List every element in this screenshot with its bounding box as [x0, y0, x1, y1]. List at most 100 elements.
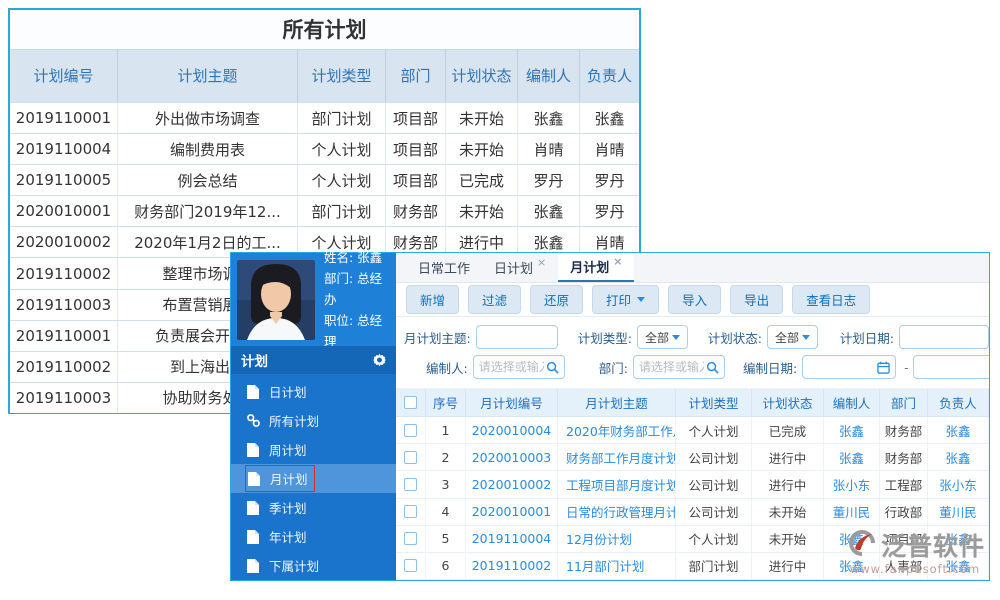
cell-subject-link[interactable]: 日常的行政管理月计划	[558, 499, 676, 525]
table-row[interactable]: 2019110001 外出做市场调查 部门计划 项目部 未开始 张鑫 张鑫	[10, 102, 639, 133]
status-select[interactable]: 全部	[767, 325, 818, 349]
sidebar-item-label: 周计划	[269, 440, 307, 459]
cell-plan-no: 2019110005	[10, 165, 118, 195]
cell-plan-no: 2019110003	[10, 383, 118, 413]
cell-plan-type: 部门计划	[298, 103, 386, 133]
col-plan-subject: 计划主题	[118, 50, 298, 102]
plan-date-input[interactable]	[899, 325, 989, 349]
type-select[interactable]: 全部	[637, 325, 688, 349]
cell-owner-link[interactable]: 张鑫	[928, 526, 989, 552]
table-row[interactable]: 5 2019110004 12月份计划 个人计划 未开始 张鑫 项目部 张鑫	[396, 526, 989, 553]
tab-daily-plan[interactable]: 日计划 ×	[482, 253, 558, 282]
tab-daily-work[interactable]: 日常工作	[406, 253, 482, 282]
table-row[interactable]: 2 2020010003 财务部工作月度计划 公司计划 进行中 张鑫 财务部 张…	[396, 444, 989, 471]
print-button[interactable]: 打印	[592, 285, 659, 314]
cell-plan-no-link[interactable]: 2019110002	[466, 553, 558, 579]
col-seq: 序号	[426, 389, 466, 416]
table-row[interactable]: 3 2020010002 工程项目部月度计划 公司计划 进行中 张小东 工程部 …	[396, 471, 989, 498]
add-button[interactable]: 新增	[406, 285, 459, 314]
cell-seq: 6	[426, 553, 466, 579]
sidebar-item-daily-plan[interactable]: 日计划	[231, 377, 396, 406]
cell-owner: 罗丹	[580, 165, 639, 195]
filter-button[interactable]: 过滤	[468, 285, 521, 314]
link-icon	[247, 414, 260, 428]
row-checkbox[interactable]	[404, 424, 417, 437]
cell-owner-link[interactable]: 张鑫	[928, 444, 989, 470]
cell-plan-status: 已完成	[446, 165, 518, 195]
subject-input[interactable]	[476, 325, 558, 349]
file-icon	[247, 559, 260, 573]
sidebar-item-all-plans[interactable]: 所有计划	[231, 406, 396, 435]
cell-owner-link[interactable]: 张小东	[928, 471, 989, 497]
sidebar-section-plan[interactable]: 计划	[231, 346, 396, 374]
cell-plan-type: 个人计划	[676, 417, 752, 443]
sidebar-item-monthly-plan[interactable]: 月计划	[231, 464, 396, 493]
row-checkbox[interactable]	[404, 532, 417, 545]
table-row[interactable]: 1 2020010004 2020年财务部工作月... 个人计划 已完成 张鑫 …	[396, 417, 989, 444]
row-checkbox[interactable]	[404, 559, 417, 572]
row-checkbox[interactable]	[404, 505, 417, 518]
cell-owner-link[interactable]: 张鑫	[928, 417, 989, 443]
file-icon	[248, 472, 261, 486]
cell-subject-link[interactable]: 工程项目部月度计划	[558, 471, 676, 497]
cell-owner-link[interactable]: 董川民	[928, 499, 989, 525]
col-owner: 负责人	[580, 50, 639, 102]
cell-compiler-link[interactable]: 董川民	[824, 499, 880, 525]
cell-subject-link[interactable]: 2020年财务部工作月...	[558, 417, 676, 443]
search-icon[interactable]	[706, 361, 719, 374]
cell-dept: 财务部	[386, 196, 446, 226]
cell-subject-link[interactable]: 11月部门计划	[558, 553, 676, 579]
cell-plan-no-link[interactable]: 2019110004	[466, 526, 558, 552]
table-row[interactable]: 4 2020010001 日常的行政管理月计划 公司计划 未开始 董川民 行政部…	[396, 499, 989, 526]
cell-plan-no-link[interactable]: 2020010004	[466, 417, 558, 443]
cell-seq: 1	[426, 417, 466, 443]
sidebar-item-yearly-plan[interactable]: 年计划	[231, 522, 396, 551]
row-checkbox[interactable]	[404, 451, 417, 464]
reset-button[interactable]: 还原	[530, 285, 583, 314]
cell-compiler-link[interactable]: 张鑫	[824, 553, 880, 579]
export-button[interactable]: 导出	[730, 285, 783, 314]
table-row[interactable]: 2019110004 编制费用表 个人计划 项目部 未开始 肖晴 肖晴	[10, 133, 639, 164]
profile-lines: 姓名: 张鑫 部门: 总经办 职位: 总经理	[324, 247, 390, 352]
row-checkbox[interactable]	[404, 478, 417, 491]
create-date-end-input[interactable]	[913, 355, 989, 379]
table-row[interactable]: 2019110005 例会总结 个人计划 项目部 已完成 罗丹 罗丹	[10, 164, 639, 195]
chevron-down-icon	[802, 335, 810, 340]
sidebar-item-weekly-plan[interactable]: 周计划	[231, 435, 396, 464]
close-icon[interactable]: ×	[613, 255, 622, 268]
tab-label: 月计划	[570, 257, 609, 276]
cell-plan-no-link[interactable]: 2020010001	[466, 499, 558, 525]
sidebar-item-quarterly-plan[interactable]: 季计划	[231, 493, 396, 522]
subject-label: 月计划主题:	[404, 328, 471, 347]
cell-compiler-link[interactable]: 张鑫	[824, 526, 880, 552]
import-button[interactable]: 导入	[668, 285, 721, 314]
table-row[interactable]: 6 2019110002 11月部门计划 部门计划 进行中 张鑫 人事部 张鑫	[396, 553, 989, 580]
cell-owner-link[interactable]: 张鑫	[928, 553, 989, 579]
tab-monthly-plan[interactable]: 月计划 ×	[558, 253, 634, 282]
all-plans-title: 所有计划	[10, 10, 639, 50]
calendar-icon[interactable]	[877, 361, 890, 374]
cell-plan-type: 个人计划	[298, 165, 386, 195]
cell-subject-link[interactable]: 12月份计划	[558, 526, 676, 552]
file-icon	[247, 530, 260, 544]
cell-plan-no-link[interactable]: 2020010002	[466, 471, 558, 497]
cell-subject-link[interactable]: 财务部工作月度计划	[558, 444, 676, 470]
select-all-checkbox[interactable]	[404, 396, 417, 409]
cell-plan-status: 已完成	[752, 417, 824, 443]
row-select-cell	[396, 471, 426, 497]
close-icon[interactable]: ×	[537, 256, 546, 269]
cell-compiler-link[interactable]: 张鑫	[824, 444, 880, 470]
avatar-photo	[237, 260, 315, 340]
gear-icon[interactable]	[373, 353, 386, 367]
table-row[interactable]: 2020010001 财务部门2019年12... 部门计划 财务部 未开始 张…	[10, 195, 639, 226]
cell-compiler-link[interactable]: 张小东	[824, 471, 880, 497]
view-log-button[interactable]: 查看日志	[792, 285, 870, 314]
sidebar-item-subordinate-plan[interactable]: 下属计划	[231, 551, 396, 580]
cell-plan-no-link[interactable]: 2020010003	[466, 444, 558, 470]
search-icon[interactable]	[546, 361, 559, 374]
cell-plan-status: 未开始	[446, 196, 518, 226]
cell-compiler-link[interactable]: 张鑫	[824, 417, 880, 443]
cell-compiler: 张鑫	[518, 196, 580, 226]
sidebar-item-label: 日计划	[269, 382, 307, 401]
status-label: 计划状态:	[708, 328, 762, 347]
